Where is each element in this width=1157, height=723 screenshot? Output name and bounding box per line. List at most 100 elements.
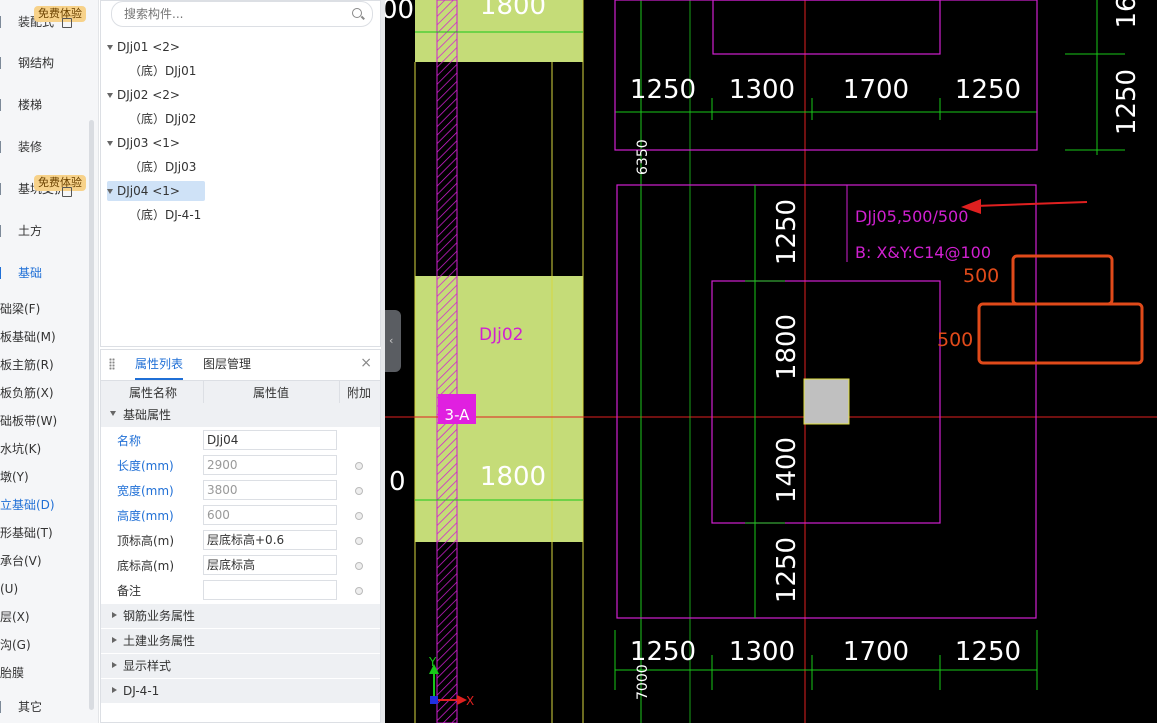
tab-layers[interactable]: 图层管理 — [203, 350, 251, 378]
prop-name: 顶标高(m) — [117, 534, 175, 548]
group-display-style[interactable]: 显示样式 — [101, 654, 380, 678]
search-input[interactable] — [122, 5, 346, 23]
tree-child[interactable]: （底）DJj01 — [129, 61, 196, 81]
sub-item[interactable]: 础板带(W) — [0, 409, 92, 433]
sub-item[interactable]: 墩(Y) — [0, 465, 92, 489]
chevron-down-icon[interactable] — [107, 141, 113, 146]
dim-text: 1800 — [480, 0, 546, 21]
sub-item-isolated-foundation[interactable]: 立基础(D) — [0, 493, 92, 517]
markup-box-upper — [1011, 254, 1114, 306]
nav-item-foundation[interactable]: 基础 — [0, 261, 90, 285]
dim-text: 1400 — [772, 437, 802, 503]
attach-checkbox[interactable] — [355, 487, 363, 495]
search-box[interactable] — [111, 1, 373, 27]
free-trial-badge[interactable]: 免费体验 — [34, 6, 86, 22]
group-label: DJ-4-1 — [123, 684, 160, 698]
group-rebar-props[interactable]: 钢筋业务属性 — [101, 604, 380, 628]
tree-child[interactable]: （底）DJ-4-1 — [129, 205, 201, 225]
dim-text: 1250 — [772, 537, 802, 603]
dim-text: 0 — [389, 467, 406, 497]
nav-label: 装修 — [18, 140, 43, 154]
prop-value-input[interactable]: 层底标高 — [203, 555, 337, 575]
grid-tag: 3-A — [445, 406, 471, 424]
drag-handle-icon[interactable] — [109, 358, 115, 370]
sub-item[interactable]: 板基础(M) — [0, 325, 92, 349]
prop-value-input[interactable]: 层底标高+0.6 — [203, 530, 337, 550]
tab-properties[interactable]: 属性列表 — [135, 350, 184, 380]
lock-icon — [62, 18, 72, 28]
attach-checkbox[interactable] — [355, 562, 363, 570]
sub-item[interactable]: 层(X) — [0, 605, 92, 629]
dim-text: 1700 — [843, 637, 909, 667]
group-label: 基础属性 — [123, 408, 172, 422]
sub-item[interactable]: 板负筋(X) — [0, 381, 92, 405]
attach-checkbox[interactable] — [355, 462, 363, 470]
column-square[interactable] — [803, 378, 850, 425]
tree-node-selected[interactable]: DJj04 <1> — [107, 181, 205, 201]
nav-item-other[interactable]: 其它 — [0, 695, 90, 719]
dim-text: 1250 — [630, 637, 696, 667]
sub-item[interactable]: 础梁(F) — [0, 297, 92, 321]
free-trial-badge[interactable]: 免费体验 — [34, 175, 86, 191]
sub-item[interactable]: 承台(V) — [0, 549, 92, 573]
sub-item[interactable]: 板主筋(R) — [0, 353, 92, 377]
chevron-down-icon[interactable] — [107, 93, 113, 98]
dim-text: 00 — [385, 0, 414, 25]
nav-item-earthwork[interactable]: 土方 — [0, 219, 90, 243]
markup-text: 500 — [937, 329, 973, 351]
sub-item[interactable]: 胎膜 — [0, 661, 92, 685]
prop-value-input[interactable]: DJj04 — [203, 430, 337, 450]
chevron-down-icon[interactable] — [107, 189, 113, 194]
nav-item-decoration[interactable]: 装修 — [0, 135, 90, 159]
sub-item[interactable]: 水坑(K) — [0, 437, 92, 461]
dim-text: 7000 — [635, 664, 651, 700]
markup-text: 500 — [963, 265, 999, 287]
nav-scrollbar[interactable] — [89, 120, 94, 710]
left-nav: 装配式 免费体验 钢结构 楼梯 装修 基坑支护 免费体验 土方 基础 础梁(F)… — [0, 0, 99, 723]
sub-item[interactable]: 形基础(T) — [0, 521, 92, 545]
prop-value-input[interactable]: 2900 — [203, 455, 337, 475]
dim-text: 1250 — [955, 75, 1021, 105]
divider — [203, 381, 204, 403]
prop-name: 宽度(mm) — [117, 484, 174, 498]
group-foundation-props[interactable]: 基础属性 — [101, 403, 380, 427]
chevron-left-icon: ‹ — [389, 334, 394, 347]
collapse-panel-button[interactable]: ‹ — [385, 310, 401, 372]
tree-node[interactable]: DJj01 <2> — [107, 37, 180, 57]
tree-child[interactable]: （底）DJj03 — [129, 157, 196, 177]
col-header: 属性值 — [253, 386, 290, 400]
dim-text: 6350 — [635, 139, 651, 175]
cad-drawing: 1250 1300 1700 1250 1250 1300 1700 1250 … — [385, 0, 1157, 723]
lock-icon — [62, 187, 72, 197]
dim-text: 1800 — [480, 462, 546, 492]
decoration-icon — [0, 141, 9, 153]
component-tree-panel: DJj01 <2> （底）DJj01 DJj02 <2> （底）DJj02 DJ… — [100, 0, 381, 347]
sub-item[interactable]: 沟(G) — [0, 633, 92, 657]
group-dj-4-1[interactable]: DJ-4-1 — [101, 679, 380, 703]
markup-arrow — [974, 201, 1088, 207]
chevron-down-icon[interactable] — [107, 45, 113, 50]
properties-panel: 属性列表 图层管理 × 属性名称 属性值 附加 基础属性 名称 DJj04 长度… — [100, 349, 381, 723]
prop-value-input[interactable]: 3800 — [203, 480, 337, 500]
attach-checkbox[interactable] — [355, 587, 363, 595]
nav-item-stairs[interactable]: 楼梯 — [0, 93, 90, 117]
pit-support-icon — [0, 183, 9, 195]
prop-value-input[interactable] — [203, 580, 337, 600]
search-icon[interactable] — [352, 8, 362, 18]
cad-canvas[interactable]: 1250 1300 1700 1250 1250 1300 1700 1250 … — [385, 0, 1157, 723]
group-civil-props[interactable]: 土建业务属性 — [101, 629, 380, 653]
attach-checkbox[interactable] — [355, 537, 363, 545]
tree-node[interactable]: DJj03 <1> — [107, 133, 180, 153]
hatched-beam — [436, 0, 458, 723]
nav-label: 土方 — [18, 224, 43, 238]
close-icon[interactable]: × — [360, 355, 372, 371]
tree-node-label: DJj03 <1> — [117, 136, 180, 150]
component-label: DJj02 — [479, 325, 523, 345]
tree-child[interactable]: （底）DJj02 — [129, 109, 196, 129]
attach-checkbox[interactable] — [355, 512, 363, 520]
tree-node[interactable]: DJj02 <2> — [107, 85, 180, 105]
nav-item-steel[interactable]: 钢结构 — [0, 51, 90, 75]
foundation-outline-upper — [712, 0, 941, 55]
sub-item[interactable]: (U) — [0, 577, 92, 601]
prop-value-input[interactable]: 600 — [203, 505, 337, 525]
